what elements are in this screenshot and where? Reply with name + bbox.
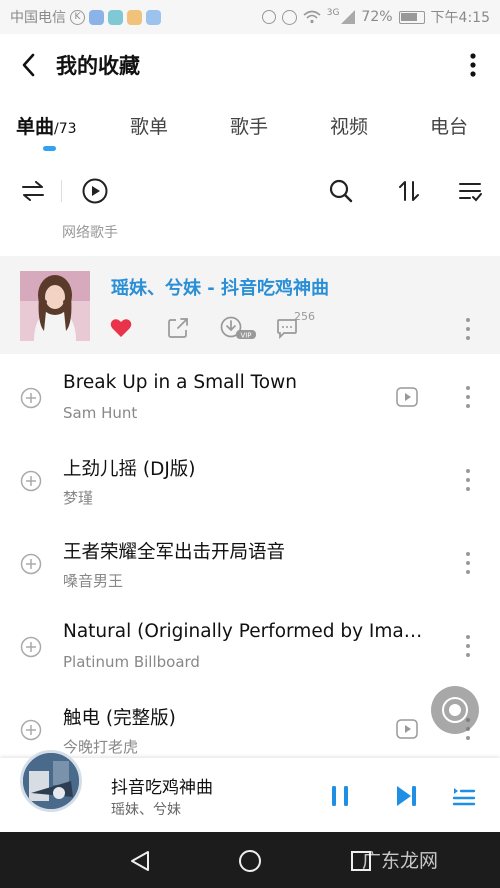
player-cover-image[interactable] [20, 750, 82, 812]
comment-count: 256 [294, 310, 315, 323]
multi-select-icon[interactable] [455, 176, 485, 206]
song-artist: Sam Hunt [63, 404, 138, 422]
download-vip-icon[interactable]: VIP [220, 316, 258, 340]
song-title: 触电 (完整版) [63, 708, 176, 729]
floating-assist-button[interactable] [431, 686, 479, 734]
signal-icon [341, 10, 356, 24]
song-row[interactable]: Natural (Originally Performed by Imagi..… [0, 605, 500, 688]
tab-count: /73 [54, 121, 77, 137]
song-row[interactable]: 王者荣耀全军出击开局语音 嗓音男王 [0, 522, 500, 605]
song-artist: Platinum Billboard [63, 653, 200, 671]
signal-label: 3G [326, 8, 340, 18]
battery-label: 72% [361, 9, 393, 25]
tab-songs[interactable]: 单曲/73 [16, 112, 77, 139]
app-icon-k-blue [146, 9, 161, 25]
toolbar-divider [61, 180, 62, 202]
pause-button[interactable] [326, 782, 354, 810]
search-icon[interactable] [326, 176, 356, 206]
add-to-list-icon[interactable] [20, 553, 42, 575]
tab-singers[interactable]: 歌手 [230, 112, 268, 139]
add-to-list-icon[interactable] [20, 719, 42, 741]
target-icon [442, 697, 468, 723]
song-title: Natural (Originally Performed by Imagi..… [63, 621, 433, 642]
toolbar [0, 168, 500, 214]
data-icon [261, 10, 276, 24]
shuffle-icon[interactable] [18, 176, 48, 206]
carrier-label: 中国电信 [10, 10, 66, 26]
sort-icon[interactable] [394, 176, 424, 206]
tab-label: 单曲 [16, 116, 55, 138]
next-icon [397, 786, 416, 806]
add-to-list-icon[interactable] [20, 636, 42, 658]
mv-play-icon[interactable] [396, 719, 418, 739]
watermark-text: 广东龙网 [362, 850, 439, 872]
song-more-button[interactable] [462, 469, 474, 491]
wifi-icon [303, 10, 321, 24]
alarm-icon [281, 9, 297, 25]
song-artist: 今晚打老虎 [63, 738, 139, 756]
song-artist: 嗓音男王 [63, 572, 124, 590]
now-playing-row[interactable]: 瑶妹、兮妹 - 抖音吃鸡神曲 VIP 256 [0, 256, 500, 354]
song-artist: 梦瑾 [63, 489, 94, 507]
header: 我的收藏 [0, 34, 500, 96]
back-arrow-icon [22, 53, 35, 77]
vertical-dots-icon [470, 53, 476, 77]
add-to-list-icon[interactable] [20, 470, 42, 492]
time-label: 下午4:15 [430, 10, 490, 26]
nav-home-button[interactable] [237, 848, 263, 874]
pause-icon [332, 786, 348, 806]
share-icon[interactable] [167, 316, 189, 340]
song-more-button[interactable] [462, 386, 474, 408]
status-bar: 中国电信 K 3G 72% 下午4:15 [0, 0, 500, 34]
tab-radio[interactable]: 电台 [430, 112, 468, 139]
app-icon-blue [89, 9, 104, 25]
circle-home-icon [239, 850, 261, 872]
player-song-title: 抖音吃鸡神曲 [111, 778, 213, 798]
add-to-list-icon[interactable] [20, 387, 42, 409]
more-options-button[interactable] [446, 34, 500, 96]
svg-text:VIP: VIP [240, 332, 251, 340]
active-tab-indicator [43, 146, 56, 151]
app-icon-orange [127, 9, 142, 25]
song-row[interactable]: 上劲儿摇 (DJ版) 梦瑾 [0, 439, 500, 522]
page-title: 我的收藏 [56, 54, 140, 78]
nav-back-button[interactable] [127, 848, 153, 874]
song-title: 王者荣耀全军出击开局语音 [63, 542, 286, 563]
song-cover-image [20, 271, 90, 341]
song-row[interactable]: Break Up in a Small Town Sam Hunt [0, 356, 500, 439]
app-icon-teal [108, 9, 123, 25]
tab-playlists[interactable]: 歌单 [130, 112, 168, 139]
mv-play-icon[interactable] [396, 387, 418, 407]
playlist-button[interactable] [450, 782, 478, 810]
tab-bar: 单曲/73 歌单 歌手 视频 电台 [0, 100, 500, 156]
partial-song-artist: 网络歌手 [62, 225, 118, 241]
tab-videos[interactable]: 视频 [330, 112, 368, 139]
play-all-icon[interactable] [80, 176, 110, 206]
next-track-button[interactable] [392, 782, 420, 810]
playlist-icon [452, 788, 476, 806]
player-song-artist: 瑶妹、兮妹 [111, 802, 181, 818]
song-more-button[interactable] [462, 552, 474, 574]
playing-song-title: 瑶妹、兮妹 - 抖音吃鸡神曲 [111, 278, 330, 299]
liked-heart-icon[interactable] [110, 316, 132, 340]
battery-icon [398, 10, 425, 24]
playing-row-more-button[interactable] [462, 318, 474, 340]
back-button[interactable] [0, 34, 56, 96]
k-icon: K [70, 9, 85, 25]
song-more-button[interactable] [462, 635, 474, 657]
song-title: 上劲儿摇 (DJ版) [63, 459, 196, 480]
triangle-back-icon [131, 851, 149, 871]
song-title: Break Up in a Small Town [63, 372, 297, 393]
